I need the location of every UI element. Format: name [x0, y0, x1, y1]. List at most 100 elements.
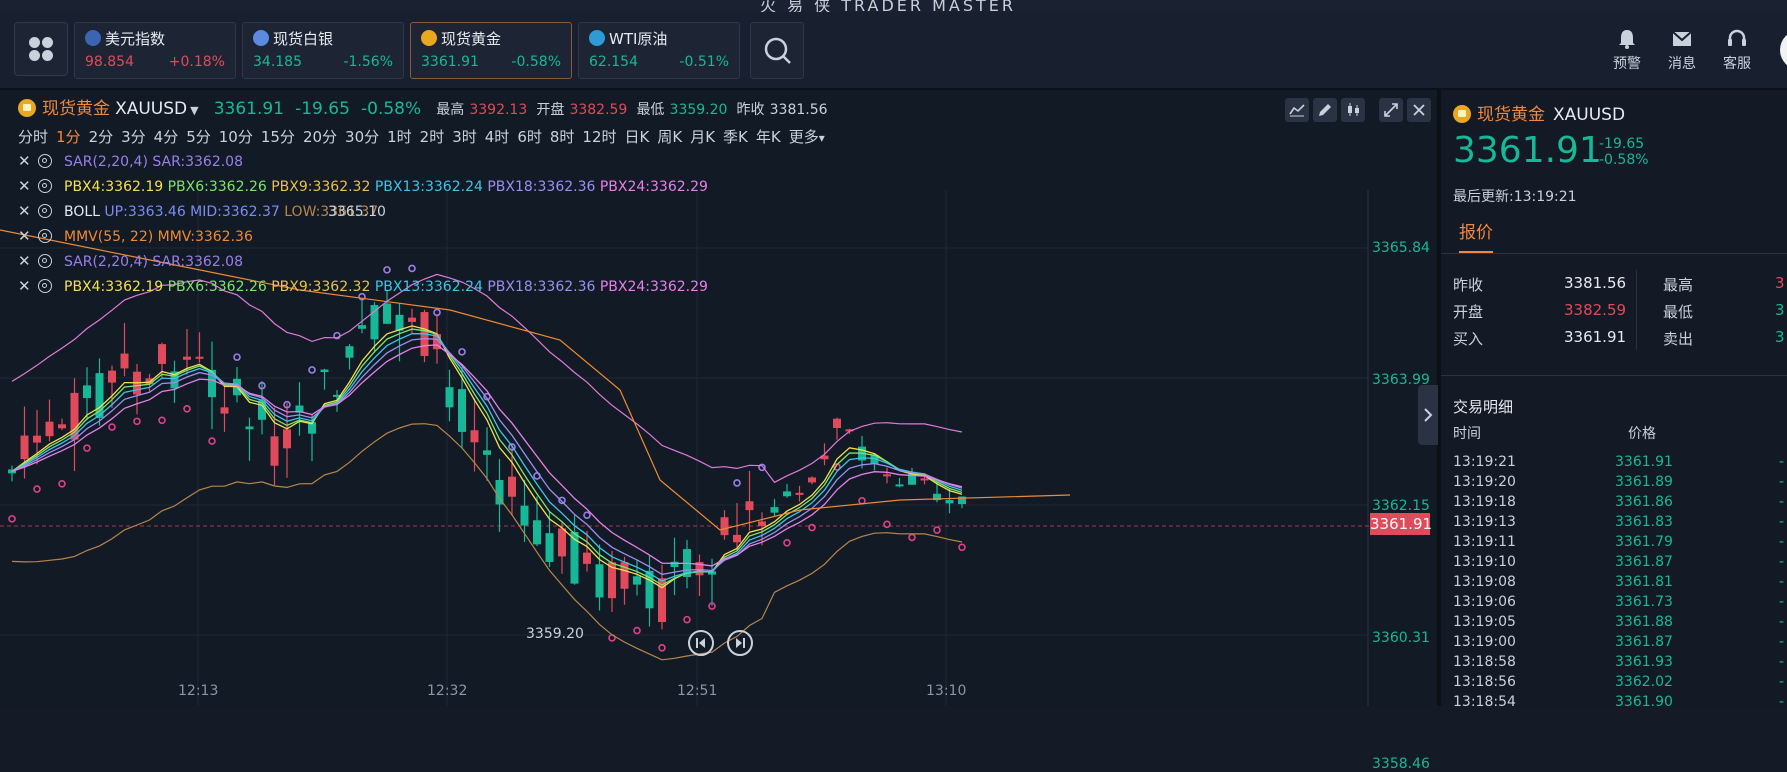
candle-body — [358, 325, 366, 329]
period-tab[interactable]: 3分 — [121, 128, 146, 146]
avatar[interactable] — [1780, 30, 1787, 70]
indicator-value: BOLL — [64, 204, 100, 220]
period-tab[interactable]: 季K — [723, 128, 748, 146]
period-tab[interactable]: 更多 — [789, 128, 819, 146]
remove-indicator-icon[interactable]: ✕ — [18, 227, 32, 245]
remove-indicator-icon[interactable]: ✕ — [18, 277, 32, 295]
period-tab[interactable]: 12时 — [582, 128, 616, 146]
trade-time: 13:19:18 — [1453, 494, 1516, 510]
candle-body — [808, 477, 816, 483]
scroll-to-end-button[interactable] — [727, 630, 753, 656]
chart-change: -19.65 — [295, 99, 350, 119]
quote-row: 开盘 3382.59 最低 3 — [1453, 301, 1787, 328]
chart-symbol-name[interactable]: 现货黄金 — [42, 99, 110, 119]
quote-card[interactable]: 现货黄金 3361.91 -0.58% — [410, 22, 572, 79]
period-tab[interactable]: 10分 — [219, 128, 253, 146]
indicator-settings-icon[interactable] — [38, 179, 52, 193]
period-tab[interactable]: 20分 — [303, 128, 337, 146]
quote-card[interactable]: 美元指数 98.854 +0.18% — [74, 22, 236, 79]
search-button[interactable] — [750, 22, 804, 79]
trade-price: 3361.89 — [1615, 474, 1673, 490]
indicator-value: SAR:3362.08 — [147, 254, 243, 270]
scroll-to-start-button[interactable] — [688, 630, 714, 656]
sar-dot — [183, 404, 191, 413]
indicator-settings-icon[interactable] — [38, 229, 52, 243]
indicator-value: PBX4:3362.19 — [64, 179, 164, 195]
remove-indicator-icon[interactable]: ✕ — [18, 202, 32, 220]
period-tab[interactable]: 年K — [756, 128, 781, 146]
period-tab[interactable]: 8时 — [550, 128, 575, 146]
period-tab[interactable]: 6时 — [517, 128, 542, 146]
side-price: 3361.91 — [1453, 130, 1602, 171]
period-tab[interactable]: 4时 — [485, 128, 510, 146]
sar-dot — [958, 543, 966, 552]
tab-quote[interactable]: 报价 — [1459, 218, 1493, 253]
quote-card[interactable]: WTI原油 62.154 -0.51% — [578, 22, 740, 79]
trade-time: 13:19:00 — [1453, 634, 1516, 650]
draw-tool-button[interactable] — [1313, 98, 1337, 122]
indicator-settings-icon[interactable] — [38, 279, 52, 293]
close-chart-button[interactable] — [1407, 98, 1431, 122]
trade-price: 3361.79 — [1615, 534, 1673, 550]
mail-icon — [1672, 31, 1692, 46]
quote-value: 3 — [1775, 274, 1785, 292]
side-panel-toggle[interactable] — [1418, 385, 1438, 445]
period-tab[interactable]: 2分 — [89, 128, 114, 146]
trade-time: 13:19:08 — [1453, 574, 1516, 590]
chart-symbol-code[interactable]: XAUUSD — [115, 99, 187, 119]
apps-grid-icon — [29, 37, 53, 61]
trade-row: 13:18:54 3361.90 - — [1453, 694, 1784, 714]
quote-row: 昨收 3381.56 最高 3 — [1453, 274, 1787, 301]
quote-value: 3 — [1775, 328, 1785, 346]
remove-indicator-icon[interactable]: ✕ — [18, 152, 32, 170]
remove-indicator-icon[interactable]: ✕ — [18, 252, 32, 270]
high-label: 最高 — [436, 102, 465, 118]
period-tab[interactable]: 30分 — [345, 128, 379, 146]
indicator-value: PBX6:3362.26 — [163, 279, 267, 295]
indicator-value: PBX9:3362.32 — [266, 179, 371, 195]
time-axis-tick: 13:10 — [926, 683, 967, 699]
period-selector: 分时 1分 2分 3分 4分 5分 10分 15分 20分 30分 1时 2时 3时 4时 6时 8时 12时日… — [18, 126, 833, 147]
period-tab[interactable]: 1分 — [56, 128, 81, 146]
sar-dot — [83, 444, 91, 452]
indicator-tool-button[interactable] — [1285, 98, 1309, 122]
chart-toolbar — [1281, 98, 1431, 122]
period-tab[interactable]: 1时 — [387, 128, 412, 146]
trade-direction: - — [1779, 534, 1785, 550]
quote-card[interactable]: 现货白银 34.185 -1.56% — [242, 22, 404, 79]
candle-body — [520, 505, 529, 526]
message-button[interactable]: 消息 — [1657, 28, 1707, 73]
period-tab[interactable]: 15分 — [261, 128, 295, 146]
candle-body — [745, 501, 754, 511]
period-tab[interactable]: 2时 — [420, 128, 445, 146]
sar-dot — [883, 520, 891, 529]
period-tab[interactable]: 4分 — [154, 128, 179, 146]
indicator-settings-icon[interactable] — [38, 204, 52, 218]
candle-body — [120, 353, 129, 369]
period-tab[interactable]: 5分 — [186, 128, 211, 146]
message-label: 消息 — [1668, 56, 1696, 72]
candle-body — [370, 305, 379, 340]
quote-label: 开盘 — [1453, 303, 1484, 321]
period-tab[interactable]: 周K — [657, 128, 682, 146]
period-tab[interactable]: 分时 — [18, 128, 48, 146]
last-update: 最后更新:13:19:21 — [1453, 189, 1577, 205]
quote-card-name: 现货白银 — [253, 28, 333, 49]
period-tab[interactable]: 3时 — [452, 128, 477, 146]
period-tab[interactable]: 月K — [690, 128, 715, 146]
indicator-settings-icon[interactable] — [38, 154, 52, 168]
support-button[interactable]: 客服 — [1712, 28, 1762, 73]
quote-card-label: 美元指数 — [105, 30, 166, 48]
close-icon — [1413, 104, 1425, 116]
candle-body — [783, 491, 791, 497]
expand-button[interactable] — [1379, 98, 1403, 122]
indicator-settings-icon[interactable] — [38, 254, 52, 268]
apps-menu-button[interactable] — [14, 22, 68, 76]
remove-indicator-icon[interactable]: ✕ — [18, 177, 32, 195]
more-dropdown-icon[interactable]: ▾ — [819, 131, 825, 145]
candle-style-button[interactable] — [1341, 98, 1365, 122]
period-tab[interactable]: 日K — [625, 128, 650, 146]
sar-dot — [108, 423, 116, 431]
symbol-dropdown-icon[interactable]: ▼ — [190, 104, 198, 117]
alert-button[interactable]: 预警 — [1602, 28, 1652, 73]
